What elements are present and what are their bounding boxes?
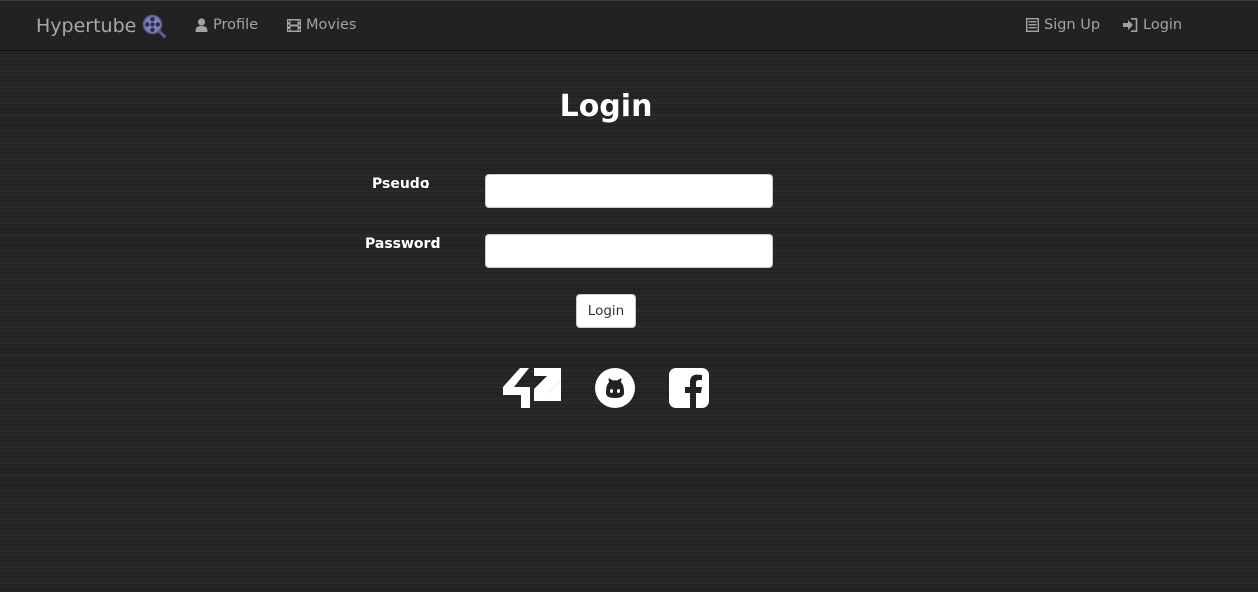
- film-icon: [287, 18, 301, 32]
- facebook-icon[interactable]: [668, 367, 710, 409]
- nav-signup-label: Sign Up: [1044, 17, 1101, 33]
- log-in-icon: [1123, 18, 1138, 32]
- 42-logo-icon[interactable]: [502, 367, 562, 409]
- page-title: Login: [559, 89, 653, 124]
- password-label: Password: [365, 236, 441, 252]
- password-label-colon: :: [431, 236, 437, 252]
- nav-movies-link[interactable]: Movies: [287, 17, 356, 33]
- brand-link[interactable]: Hypertube: [36, 15, 136, 37]
- password-input[interactable]: [485, 234, 773, 268]
- nav-movies-label: Movies: [306, 17, 357, 33]
- nav-signup-link[interactable]: Sign Up: [1026, 17, 1100, 33]
- nav-login-label: Login: [1143, 17, 1183, 33]
- login-submit-button[interactable]: Login: [576, 294, 636, 328]
- pseudo-label: Pseudo: [372, 176, 430, 192]
- user-icon: [195, 18, 208, 32]
- pseudo-input[interactable]: [485, 174, 773, 208]
- github-icon[interactable]: [594, 367, 636, 409]
- nav-profile-link[interactable]: Profile: [195, 17, 258, 33]
- brand-name: Hypertube: [36, 15, 137, 37]
- nav-login-link[interactable]: Login: [1123, 17, 1182, 33]
- nav-profile-label: Profile: [213, 17, 259, 33]
- navbar: Hypertube Profile Movies Sign Up Login: [0, 0, 1258, 51]
- list-alt-icon: [1026, 18, 1039, 32]
- film-reel-search-icon[interactable]: [142, 14, 166, 38]
- pseudo-label-colon: :: [424, 176, 430, 192]
